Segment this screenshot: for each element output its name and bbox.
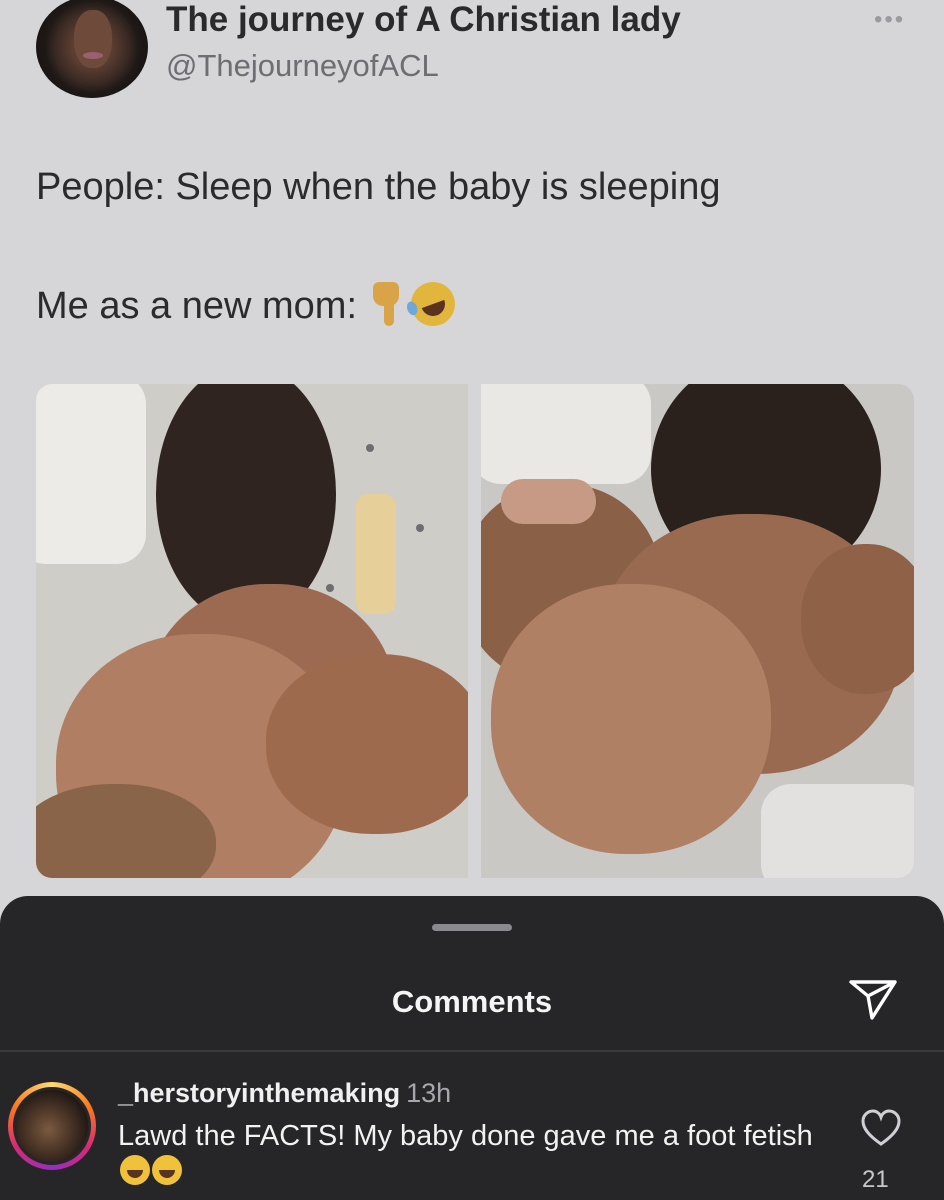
comments-sheet: Comments _herstoryinthemaking 13h Lawd th…: [0, 896, 944, 1200]
more-options-icon[interactable]: •••: [874, 6, 905, 34]
author-display-name[interactable]: The journey of A Christian lady: [166, 0, 681, 40]
tears-of-joy-emoji-icon: [120, 1155, 150, 1185]
tweet-photo-2[interactable]: [481, 384, 914, 878]
tweet-text-line-1: People: Sleep when the baby is sleeping: [36, 166, 721, 208]
tweet-card: The journey of A Christian lady @Thejour…: [0, 0, 944, 900]
avatar-lips: [83, 52, 103, 59]
commenter-avatar-story-ring[interactable]: [8, 1082, 96, 1170]
comment-text: Lawd the FACTS! My baby done gave me a f…: [118, 1118, 818, 1190]
comments-title: Comments: [391, 984, 553, 1019]
tweet-text-line-2: Me as a new mom:: [36, 275, 462, 333]
comment-header: _herstoryinthemaking 13h: [118, 1078, 451, 1109]
like-count: 21: [862, 1166, 889, 1193]
author-handle[interactable]: @ThejourneyofACL: [166, 48, 439, 84]
sheet-drag-handle[interactable]: [432, 924, 512, 931]
rolling-laughing-emoji-icon: [404, 275, 462, 333]
tweet-text-line-2-label: Me as a new mom:: [36, 285, 357, 327]
send-icon[interactable]: [848, 978, 898, 1022]
sheet-divider: [0, 1050, 944, 1052]
commenter-username[interactable]: _herstoryinthemaking: [118, 1078, 400, 1108]
heart-icon[interactable]: [860, 1108, 902, 1148]
tears-of-joy-emoji-icon: [152, 1155, 182, 1185]
comment-body: Lawd the FACTS! My baby done gave me a f…: [118, 1120, 813, 1152]
author-avatar[interactable]: [36, 0, 148, 98]
avatar-face: [74, 10, 112, 68]
comment-timestamp: 13h: [406, 1078, 452, 1108]
pointing-down-emoji-icon: [369, 280, 399, 328]
commenter-avatar: [13, 1087, 91, 1165]
tweet-photo-1[interactable]: [36, 384, 468, 878]
